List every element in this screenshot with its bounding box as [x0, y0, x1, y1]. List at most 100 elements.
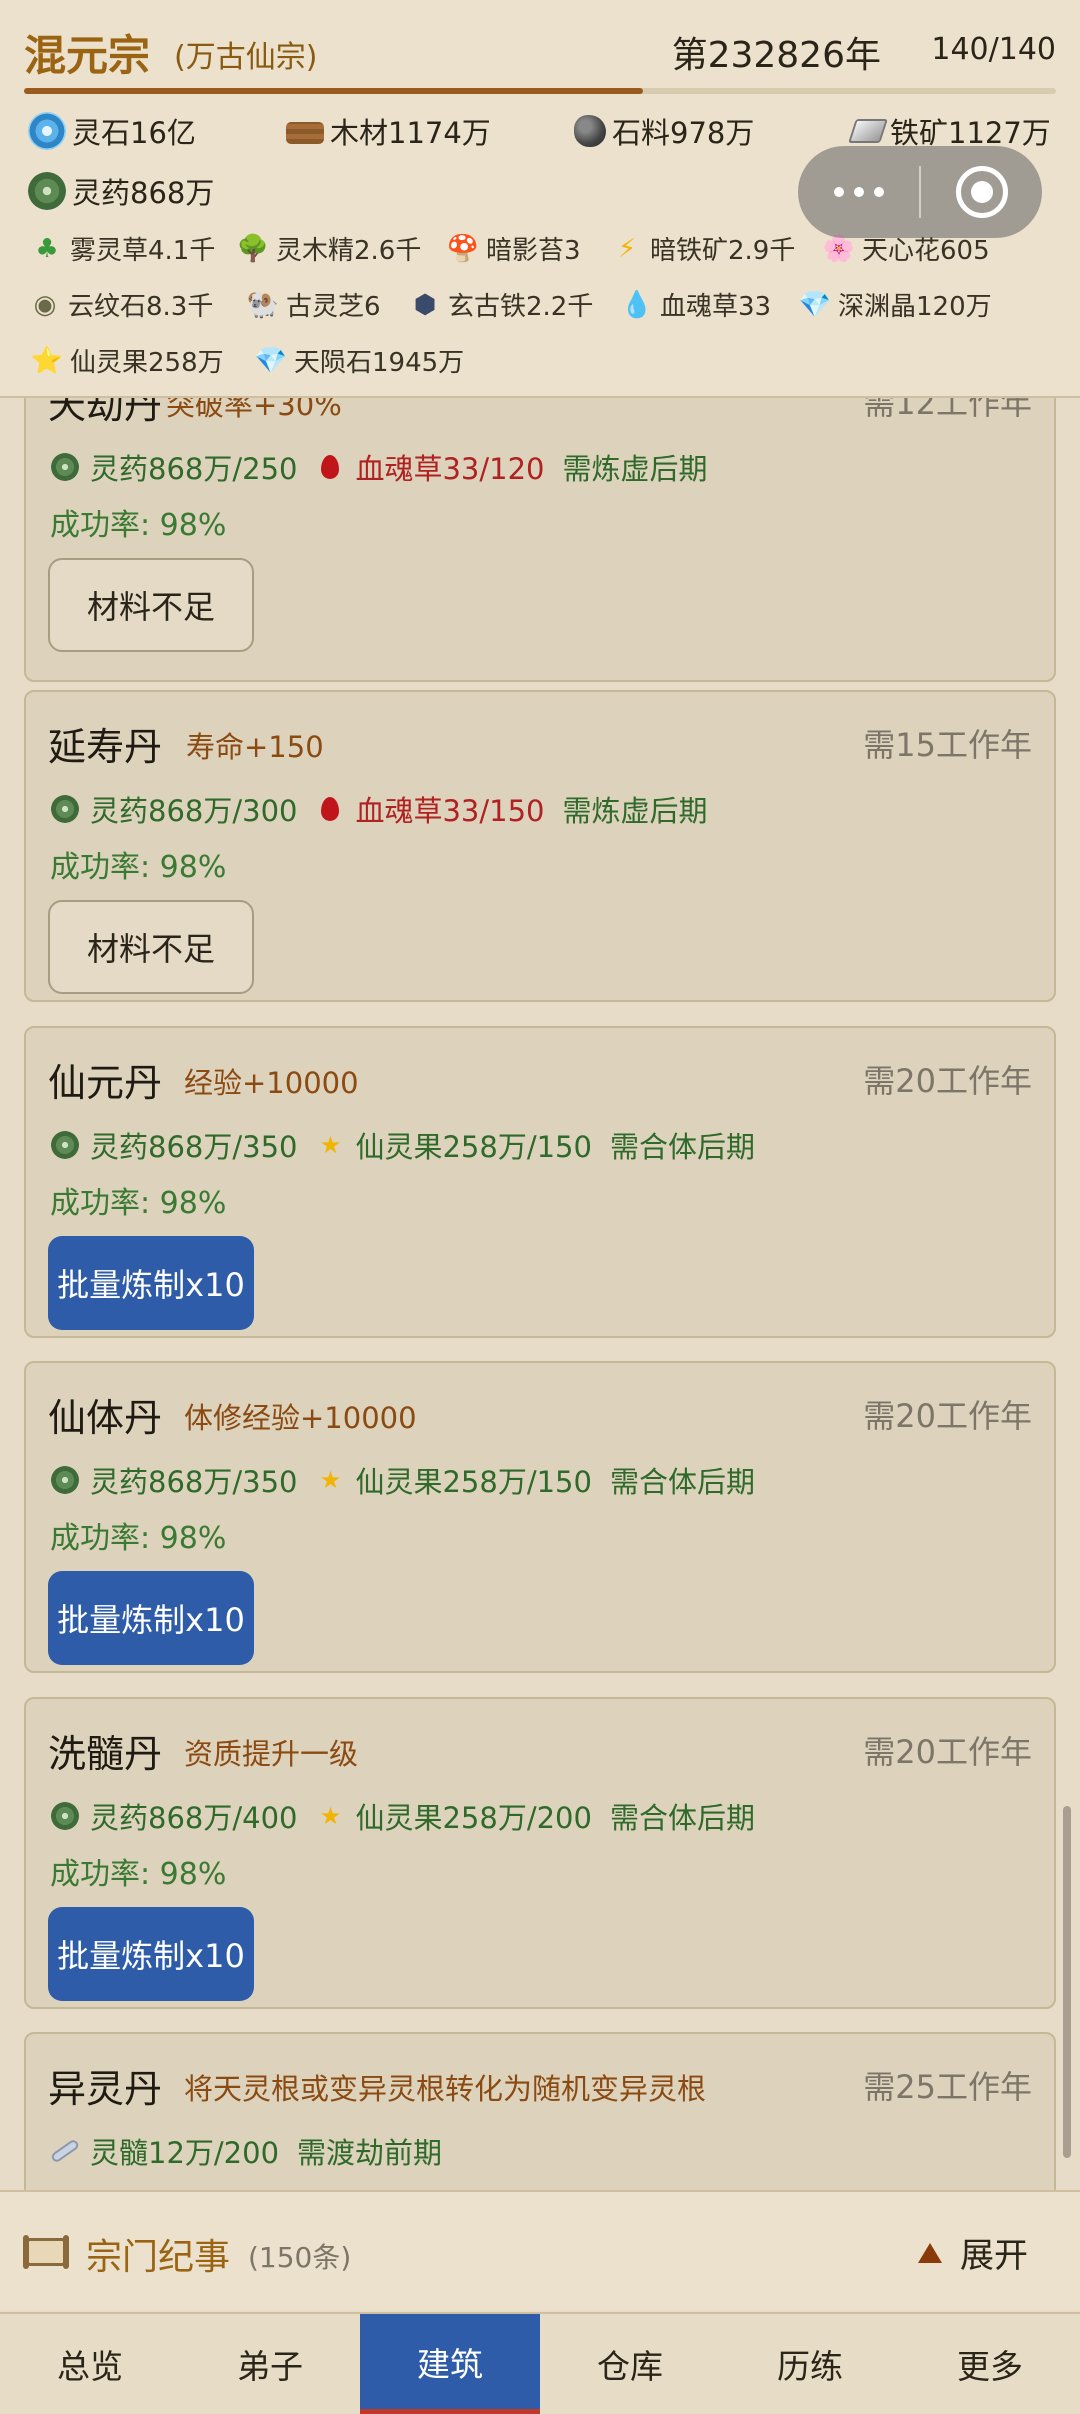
dark-iron-icon: ⬢ [413, 289, 437, 320]
stone-icon [574, 115, 606, 147]
title-row: 混元宗 (万古仙宗) 第232826年 140/140 [24, 22, 1056, 80]
special-resource: ♣ 雾灵草4.1千 [32, 230, 215, 267]
requirement: 灵药868万/250 [50, 446, 297, 488]
nav-training[interactable]: 历练 [720, 2314, 900, 2414]
insufficient-materials-button[interactable]: 材料不足 [48, 900, 254, 994]
requirement: 需炼虚后期 [563, 788, 708, 830]
requirements-row: 灵药868万/400 ★ 仙灵果258万/200 需合体后期 [50, 1795, 773, 1837]
recipe-card: 天劫丹 突破率+30% 需12工作年 灵药868万/250 血魂草33/120 需炼虚后期… [24, 398, 1056, 682]
more-options-icon[interactable] [832, 174, 892, 210]
special-resource: ⚡ 暗铁矿2.9千 [612, 230, 796, 267]
iron-ingot-icon [848, 119, 888, 143]
nav-more[interactable]: 更多 [900, 2314, 1080, 2414]
blood-drop-icon [315, 794, 345, 824]
requirements-row: 灵药868万/250 血魂草33/120 需炼虚后期 [50, 446, 726, 488]
disciple-count: 140/140 [931, 32, 1056, 67]
wood-icon [286, 122, 324, 144]
chronicle-title: 宗门纪事 [86, 2237, 231, 2278]
requirement: ★ 仙灵果258万/200 [315, 1795, 592, 1837]
requirements-row: 灵药868万/300 血魂草33/150 需炼虚后期 [50, 788, 726, 830]
special-resource-label: 天陨石1945万 [294, 348, 465, 378]
resource-label: 灵药868万 [72, 176, 215, 210]
requirement-label: 需炼虚后期 [562, 794, 708, 828]
requirement-label: 灵药868万/250 [90, 452, 298, 486]
recipe-card: 仙元丹 经验+10000 需20工作年 灵药868万/350 ★ 仙灵果258万/150 需… [24, 1026, 1056, 1338]
requirement: 灵髓12万/200 [49, 2130, 280, 2172]
bottom-nav: 总览 弟子 建筑 仓库 历练 更多 [0, 2312, 1080, 2414]
herb-icon [28, 172, 66, 210]
requirement: 需合体后期 [610, 1795, 755, 1837]
requirement-label: 灵药868万/350 [90, 1465, 298, 1499]
bone-icon [49, 2136, 81, 2166]
special-resource-label: 仙灵果258万 [70, 348, 224, 378]
nav-overview[interactable]: 总览 [0, 2314, 180, 2414]
recipe-name: 延寿丹 [48, 725, 163, 769]
special-resource-label: 灵木精2.6千 [276, 236, 422, 266]
special-resource: 💧 血魂草33 [621, 286, 771, 323]
recipe-effect: 资质提升一级 [184, 1737, 359, 1771]
nav-disciples[interactable]: 弟子 [180, 2314, 360, 2414]
spirit-stone-icon [28, 112, 66, 150]
batch-craft-button[interactable]: 批量炼制x10 [48, 1907, 254, 2001]
resource-label: 石料978万 [612, 116, 755, 150]
close-target-icon[interactable] [956, 166, 1008, 218]
nav-warehouse[interactable]: 仓库 [540, 2314, 720, 2414]
success-rate: 成功率: 98% [50, 1186, 227, 1221]
requirement: 血魂草33/150 [315, 788, 545, 830]
special-resource-label: 雾灵草4.1千 [70, 236, 216, 266]
requirement: 血魂草33/120 [315, 446, 545, 488]
special-resource: ◉ 云纹石8.3千 [30, 286, 214, 323]
flower-icon: 🌸 [822, 233, 856, 264]
pill-recipe-list[interactable]: 天劫丹 突破率+30% 需12工作年 灵药868万/250 血魂草33/120 需炼虚后期… [0, 398, 1080, 2190]
insufficient-materials-button[interactable]: 材料不足 [48, 558, 254, 652]
batch-craft-button[interactable]: 批量炼制x10 [48, 1571, 254, 1665]
clover-icon: ♣ [35, 233, 59, 264]
special-resource: 🐏 古灵芝6 [247, 286, 381, 323]
requirement: ★ 仙灵果258万/150 [315, 1124, 592, 1166]
recipe-effect: 寿命+150 [186, 730, 324, 764]
requirement-label: 仙灵果258万/150 [355, 1130, 592, 1164]
requirement-label: 灵髓12万/200 [90, 2136, 280, 2170]
mini-program-capsule [798, 146, 1042, 238]
resource-label: 木材1174万 [330, 116, 491, 150]
requirement-label: 灵药868万/350 [90, 1130, 298, 1164]
success-rate: 成功率: 98% [50, 508, 227, 543]
requirement-label: 血魂草33/120 [355, 452, 545, 486]
star-icon: ★ [319, 1802, 342, 1830]
herb-icon [50, 452, 80, 482]
requirements-row: 灵药868万/350 ★ 仙灵果258万/150 需合体后期 [50, 1124, 773, 1166]
blood-drop-icon [315, 452, 345, 482]
lightning-icon: ⚡ [617, 233, 637, 264]
expand-button[interactable]: 展开 [918, 2228, 1028, 2277]
triangle-up-icon [918, 2242, 942, 2263]
requirements-row: 灵药868万/350 ★ 仙灵果258万/150 需合体后期 [50, 1459, 773, 1501]
recipe-effect: 将天灵根或变异灵根转化为随机变异灵根 [184, 2072, 707, 2106]
requirement-label: 需合体后期 [609, 1465, 755, 1499]
special-resource-label: 玄古铁2.2千 [448, 292, 594, 322]
expand-label: 展开 [960, 2236, 1028, 2276]
requirement-label: 灵药868万/400 [90, 1801, 298, 1835]
recipe-name: 天劫丹 [48, 398, 163, 427]
recipe-card: 异灵丹 将天灵根或变异灵根转化为随机变异灵根 需25工作年 灵髓12万/200 需渡劫前… [24, 2032, 1056, 2190]
special-resource-label: 深渊晶120万 [838, 292, 992, 322]
success-rate: 成功率: 98% [50, 1521, 227, 1556]
success-rate: 成功率: 98% [50, 850, 227, 885]
requirement: 需合体后期 [610, 1124, 755, 1166]
list-scrollbar[interactable] [1063, 1806, 1071, 2158]
recipe-name: 仙元丹 [48, 1061, 163, 1105]
recipe-name: 仙体丹 [48, 1396, 163, 1440]
requirement-label: 需炼虚后期 [562, 452, 708, 486]
special-resource: 💎 天陨石1945万 [255, 342, 465, 379]
sect-chronicle-bar[interactable]: 宗门纪事 (150条) 展开 [0, 2190, 1080, 2310]
requirement: ★ 仙灵果258万/150 [315, 1459, 592, 1501]
recipe-effect: 突破率+30% [166, 398, 342, 422]
nav-buildings[interactable]: 建筑 [360, 2314, 540, 2414]
year-progress-bar [24, 88, 1056, 94]
requirement: 需炼虚后期 [563, 446, 708, 488]
recipe-name: 异灵丹 [48, 2067, 163, 2111]
recipe-effect: 经验+10000 [184, 1066, 359, 1100]
resource-label: 灵石16亿 [72, 116, 196, 150]
resource-herb: 灵药868万 [28, 170, 214, 212]
chronicle-count: (150条) [248, 2241, 352, 2274]
batch-craft-button[interactable]: 批量炼制x10 [48, 1236, 254, 1330]
